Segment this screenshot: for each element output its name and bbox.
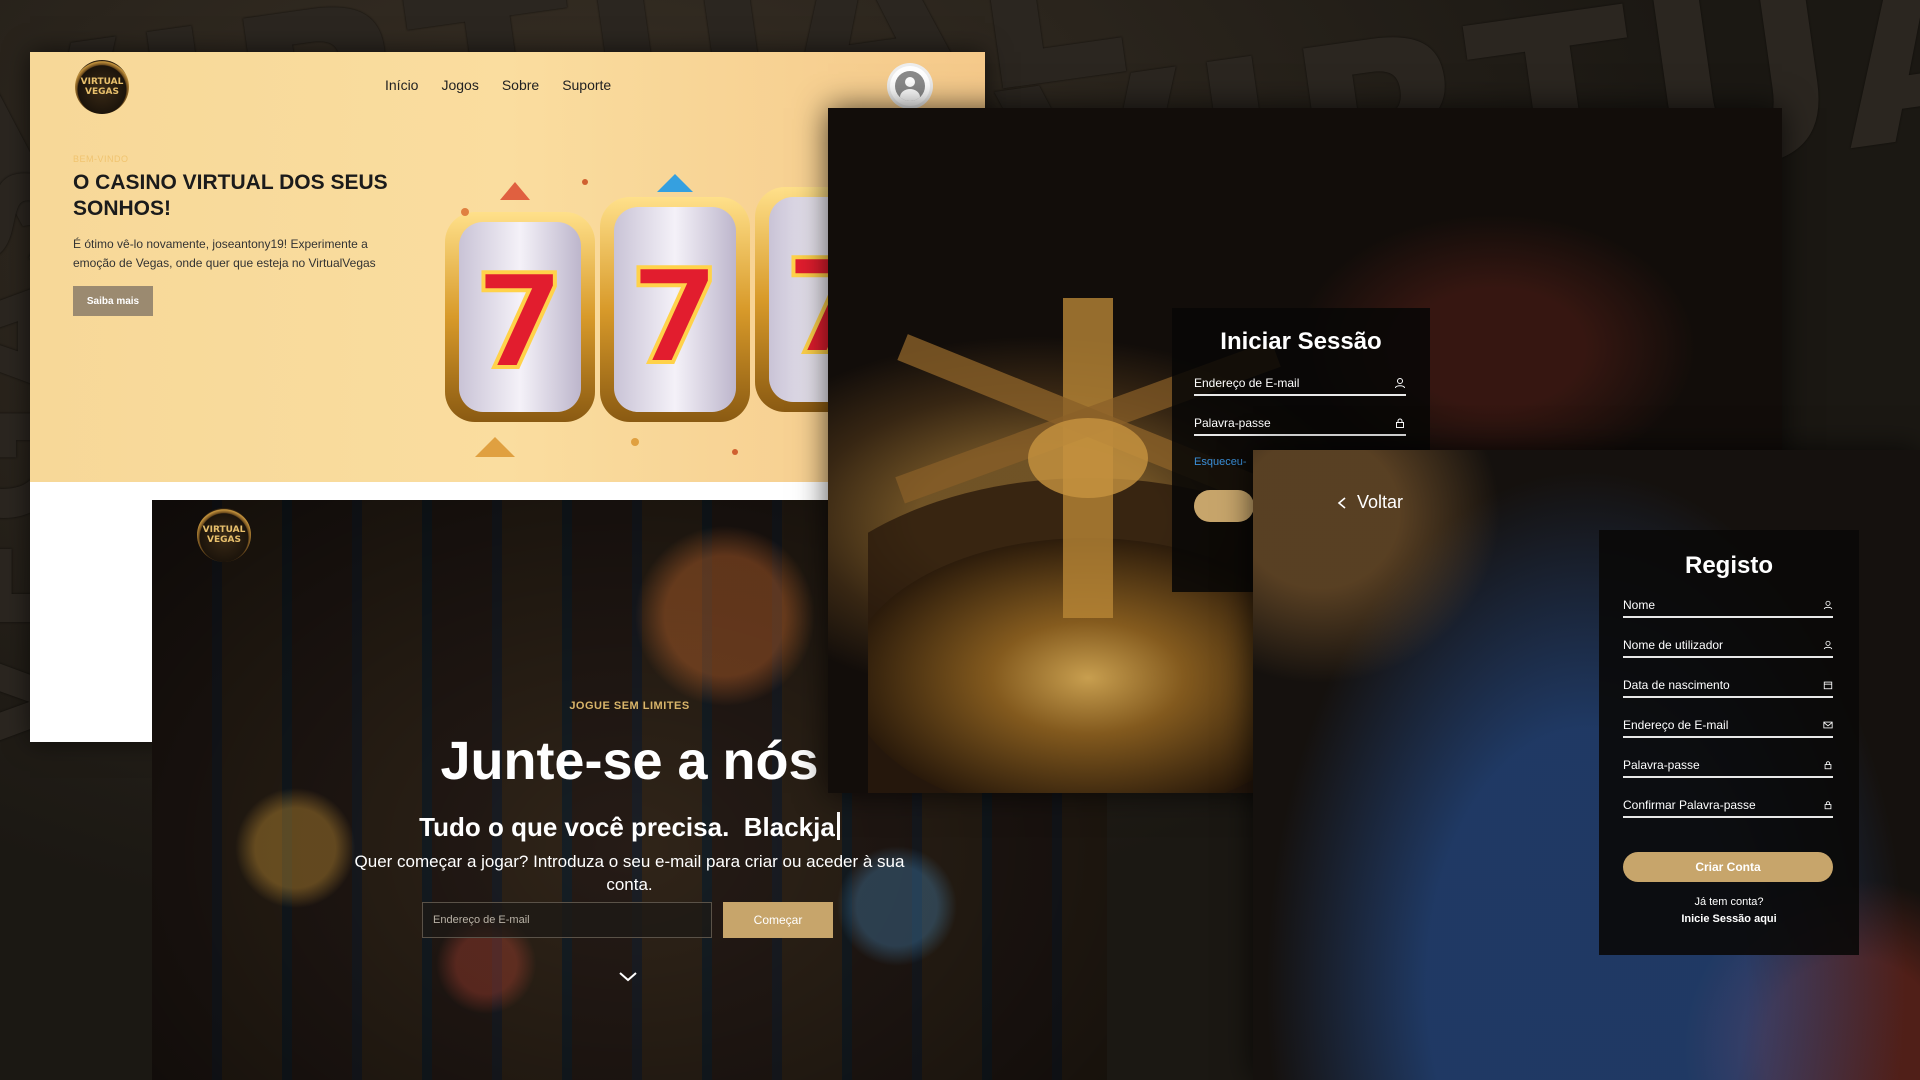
register-email-field[interactable]: Endereço de E-mail — [1623, 714, 1833, 738]
back-label: Voltar — [1357, 492, 1404, 512]
login-email-field[interactable]: Endereço de E-mail — [1194, 372, 1406, 396]
login-here-link[interactable]: Inicie Sessão aqui — [1599, 913, 1859, 925]
hero-text: É ótimo vê-lo novamente, joseantony19! E… — [73, 237, 376, 270]
field-label: Data de nascimento — [1623, 678, 1730, 692]
logo-text: VIRTUAL VEGAS — [80, 77, 124, 97]
back-button[interactable]: Voltar — [1337, 492, 1403, 513]
field-label: Palavra-passe — [1623, 758, 1700, 772]
text-caret — [836, 812, 840, 840]
main-nav: Início Jogos Sobre Suporte — [385, 77, 611, 93]
svg-text:7: 7 — [475, 246, 565, 398]
password-label: Palavra-passe — [1194, 416, 1271, 430]
forgot-password-link[interactable]: Esqueceu- — [1194, 456, 1247, 468]
reel-1: 7 — [445, 212, 595, 422]
chevron-left-icon — [1337, 496, 1346, 509]
start-button[interactable]: Começar — [723, 902, 833, 938]
join-description: Quer começar a jogar? Introduza o seu e-… — [354, 852, 905, 894]
calendar-icon — [1823, 681, 1833, 690]
register-screen: Voltar Registo Nome Nome de utilizador D… — [1253, 450, 1920, 1080]
join-subtitle-static: Tudo o que você precisa. — [419, 812, 730, 842]
email-label: Endereço de E-mail — [1194, 376, 1300, 390]
field-label: Nome — [1623, 598, 1656, 612]
field-label: Confirmar Palavra-passe — [1623, 798, 1756, 812]
join-subtitle: Tudo o que você precisa. Blackja — [152, 812, 1107, 843]
nav-item-inicio[interactable]: Início — [385, 77, 418, 93]
user-icon — [1823, 600, 1833, 610]
virtual-vegas-logo[interactable]: VIRTUAL VEGAS — [197, 508, 251, 562]
typewriter-text: Blackja — [743, 812, 835, 842]
hero-title: O CASINO VIRTUAL DOS SEUS SONHOS! — [73, 171, 388, 220]
welcome-kicker: BEM-VINDO — [73, 154, 129, 164]
virtual-vegas-logo[interactable]: VIRTUAL VEGAS — [75, 60, 129, 114]
register-title: Registo — [1684, 552, 1773, 579]
login-title: Iniciar Sessão — [1220, 328, 1382, 355]
slot-machine-illustration: 7 7 7 — [445, 174, 895, 457]
chevron-down-icon[interactable] — [619, 972, 637, 982]
lock-icon — [1824, 801, 1832, 810]
user-icon — [1823, 640, 1833, 650]
login-button[interactable] — [1194, 490, 1254, 522]
svg-text:7: 7 — [630, 241, 720, 393]
name-field[interactable]: Nome — [1623, 594, 1833, 618]
nav-item-jogos[interactable]: Jogos — [441, 77, 478, 93]
register-password-field[interactable]: Palavra-passe — [1623, 754, 1833, 778]
username-field[interactable]: Nome de utilizador — [1623, 634, 1833, 658]
login-password-field[interactable]: Palavra-passe — [1194, 412, 1406, 436]
field-label: Endereço de E-mail — [1623, 718, 1729, 732]
field-label: Nome de utilizador — [1623, 638, 1724, 652]
nav-item-suporte[interactable]: Suporte — [562, 77, 611, 93]
lock-icon — [1824, 761, 1832, 770]
register-card: Registo Nome Nome de utilizador Data de … — [1599, 530, 1859, 955]
email-input[interactable] — [422, 902, 712, 938]
reel-2: 7 — [600, 197, 750, 422]
confirm-password-field[interactable]: Confirmar Palavra-passe — [1623, 794, 1833, 818]
user-avatar[interactable] — [890, 66, 930, 106]
user-icon — [1395, 378, 1405, 389]
has-account-text: Já tem conta? — [1694, 896, 1764, 908]
nav-item-sobre[interactable]: Sobre — [502, 77, 539, 93]
birthdate-field[interactable]: Data de nascimento — [1623, 674, 1833, 698]
mail-icon — [1823, 721, 1833, 729]
avatar-icon — [895, 71, 925, 101]
create-account-button[interactable]: Criar Conta — [1623, 852, 1833, 882]
lock-icon — [1396, 418, 1404, 428]
learn-more-button[interactable]: Saiba mais — [73, 286, 153, 316]
logo-text: VIRTUAL VEGAS — [202, 525, 246, 545]
